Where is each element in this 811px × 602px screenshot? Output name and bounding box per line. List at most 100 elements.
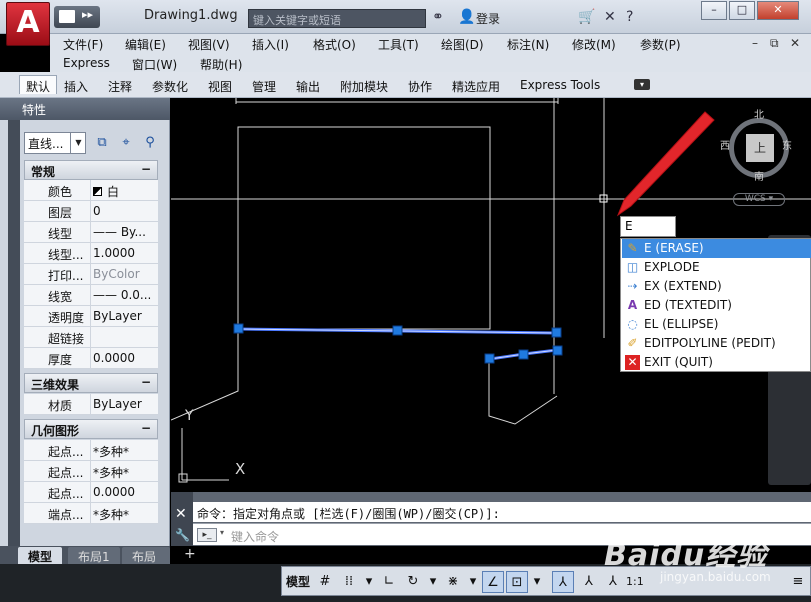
chevron-down-icon[interactable]: ▼ (70, 132, 86, 154)
menu-modify[interactable]: 修改(M) (572, 36, 616, 53)
chevron-down-icon[interactable]: ▾ (220, 528, 224, 537)
properties-title[interactable]: 特性 (0, 98, 170, 120)
close-icon[interactable]: ✕ (175, 506, 187, 522)
maximize-button[interactable]: □ (729, 1, 755, 20)
autocomplete-item-textedit[interactable]: A ED (TEXTEDIT) (622, 296, 811, 315)
tab-collaborate[interactable]: 协作 (402, 76, 438, 95)
autocomplete-item-explode[interactable]: ◫ EXPLODE (622, 258, 811, 277)
doc-minimize-icon[interactable]: – (752, 36, 758, 50)
tab-output[interactable]: 输出 (290, 76, 326, 95)
section-3d-effects[interactable]: 三维效果 − (24, 373, 158, 393)
application-menu-button[interactable]: A (6, 2, 50, 46)
model-space-button[interactable]: 模型 (284, 571, 312, 593)
object-snap-tracking-icon[interactable]: ∠ (482, 571, 504, 593)
compass-east[interactable]: 东 (782, 137, 792, 152)
doc-restore-icon[interactable]: ⧉ (770, 36, 779, 51)
quick-select-icon[interactable]: ⚲ (142, 135, 158, 151)
ortho-icon[interactable]: ∟ (378, 571, 400, 593)
tab-model[interactable]: 模型 (18, 547, 63, 564)
store-cart-icon[interactable]: 🛒 (578, 9, 595, 25)
prop-row[interactable]: 超链接 (24, 327, 158, 348)
menu-edit[interactable]: 编辑(E) (125, 36, 166, 53)
prop-row[interactable]: 颜色 白 (24, 180, 158, 201)
menu-window[interactable]: 窗口(W) (132, 56, 177, 73)
doc-close-icon[interactable]: ✕ (790, 36, 800, 50)
autocomplete-item-ellipse[interactable]: ◌ EL (ELLIPSE) (622, 315, 811, 334)
wcs-menu[interactable]: WCS ▾ (733, 193, 785, 206)
chevron-down-icon[interactable]: ▾ (362, 571, 376, 593)
prop-row[interactable]: 起点... 0.0000 (24, 482, 158, 503)
prop-row[interactable]: 线宽 —— 0.0... (24, 285, 158, 306)
autocomplete-item-pedit[interactable]: ✐ EDITPOLYLINE (PEDIT) (622, 334, 811, 353)
isodraft-icon[interactable]: ⋇ (442, 571, 464, 593)
compass-north[interactable]: 北 (754, 106, 764, 121)
menu-view[interactable]: 视图(V) (188, 36, 230, 53)
help-icon[interactable]: ? (626, 9, 633, 25)
chevron-down-icon[interactable]: ▾ (530, 571, 544, 593)
menu-tools[interactable]: 工具(T) (378, 36, 419, 53)
exchange-icon[interactable]: ✕ (604, 9, 616, 25)
dynamic-input-field[interactable]: E (620, 216, 676, 237)
menu-dimension[interactable]: 标注(N) (507, 36, 549, 53)
autocomplete-item-exit[interactable]: ✕ EXIT (QUIT) (622, 353, 811, 372)
prompt-icon[interactable]: ▸_ (197, 528, 217, 542)
polar-icon[interactable]: ↻ (402, 571, 424, 593)
object-snap-icon[interactable]: ⊡ (506, 571, 528, 593)
close-button[interactable]: ✕ (757, 1, 799, 20)
section-general[interactable]: 常规 − (24, 160, 158, 180)
autocomplete-item-erase[interactable]: ✎ E (ERASE) (622, 239, 811, 258)
compass-south[interactable]: 南 (754, 168, 764, 183)
wrench-icon[interactable]: 🔧 (175, 528, 190, 542)
prop-row[interactable]: 图层 0 (24, 201, 158, 222)
quick-access-toolbar[interactable]: ▸▸ (54, 6, 100, 28)
annotation-visibility-icon[interactable]: ⅄ (552, 571, 574, 593)
prop-row[interactable]: 起点... *多种* (24, 440, 158, 461)
toggle-pickadd-icon[interactable]: ⧉ (94, 135, 110, 151)
prop-row[interactable]: 端点... *多种* (24, 503, 158, 524)
prop-row[interactable]: 打印... ByColor (24, 264, 158, 285)
autocomplete-item-extend[interactable]: ⇢ EX (EXTEND) (622, 277, 811, 296)
menu-file[interactable]: 文件(F) (63, 36, 103, 53)
new-document-icon[interactable] (59, 10, 75, 23)
tab-addins[interactable]: 附加模块 (334, 76, 394, 95)
tab-layout2[interactable]: 布局2 (122, 547, 170, 579)
menu-express[interactable]: Express (63, 56, 110, 70)
customization-icon[interactable]: ≡ (787, 571, 809, 593)
tab-express-tools[interactable]: Express Tools (514, 76, 606, 95)
chevron-down-icon[interactable]: ▾ (426, 571, 440, 593)
collapse-icon[interactable]: − (141, 421, 151, 435)
compass-west[interactable]: 西 (720, 137, 730, 152)
tab-layout1[interactable]: 布局1 (68, 547, 120, 564)
command-line-grip[interactable]: ✕ 🔧 (171, 492, 193, 546)
ribbon-toggle-icon[interactable]: ▾ (634, 79, 650, 90)
tab-annotate[interactable]: 注释 (102, 76, 138, 95)
search-input[interactable]: 键入关键字或短语 (248, 9, 426, 28)
prop-row[interactable]: 起点... *多种* (24, 461, 158, 482)
prop-row[interactable]: 厚度 0.0000 (24, 348, 158, 369)
collapse-icon[interactable]: − (141, 162, 151, 176)
grid-icon[interactable]: # (314, 571, 336, 593)
select-objects-icon[interactable]: ⌖ (118, 135, 134, 151)
menu-parametric[interactable]: 参数(P) (640, 36, 681, 53)
tab-insert[interactable]: 插入 (58, 76, 94, 95)
menu-format[interactable]: 格式(O) (313, 36, 356, 53)
minimize-button[interactable]: – (701, 1, 727, 20)
binoculars-icon[interactable]: ⚭ (432, 9, 444, 25)
viewcube-top-face[interactable]: 上 (746, 134, 774, 162)
menu-insert[interactable]: 插入(I) (252, 36, 289, 53)
palette-strip[interactable] (8, 120, 20, 546)
auto-scale-icon[interactable]: ⅄ (578, 571, 600, 593)
more-arrow-icon[interactable]: ▸▸ (82, 8, 93, 21)
login-button[interactable]: 登录 (476, 10, 500, 27)
section-geometry[interactable]: 几何图形 − (24, 419, 158, 439)
prop-row[interactable]: 透明度 ByLayer (24, 306, 158, 327)
snap-icon[interactable]: ⁞⁞ (338, 571, 360, 593)
menu-help[interactable]: 帮助(H) (200, 56, 242, 73)
tab-view[interactable]: 视图 (202, 76, 238, 95)
prop-row[interactable]: 线型 —— By... (24, 222, 158, 243)
tab-parametric[interactable]: 参数化 (146, 76, 194, 95)
menu-draw[interactable]: 绘图(D) (441, 36, 484, 53)
viewcube[interactable]: 上 北 南 东 西 (720, 106, 794, 186)
prop-row[interactable]: 线型... 1.0000 (24, 243, 158, 264)
prop-row[interactable]: 材质 ByLayer (24, 394, 158, 415)
